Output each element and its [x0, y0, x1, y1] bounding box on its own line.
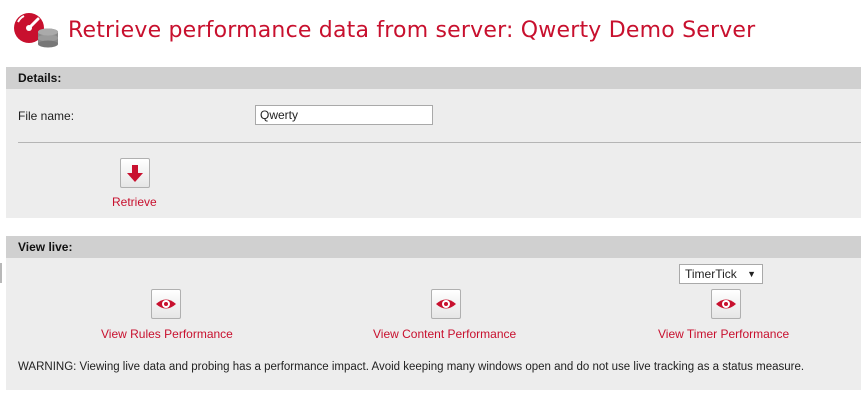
view-live-heading: View live: [6, 236, 861, 258]
view-rules-button[interactable] [151, 289, 181, 319]
performance-warning: WARNING: Viewing live data and probing h… [18, 361, 805, 373]
view-timer-link[interactable]: View Timer Performance [658, 327, 789, 341]
chevron-down-icon: ▼ [747, 269, 756, 279]
download-arrow-icon [127, 165, 143, 182]
page-header: Retrieve performance data from server: Q… [12, 10, 755, 50]
eye-icon [156, 299, 176, 309]
timer-select-value: TimerTick [685, 267, 737, 281]
view-content-link[interactable]: View Content Performance [373, 327, 516, 341]
view-timer-button[interactable] [711, 289, 741, 319]
view-rules-link[interactable]: View Rules Performance [101, 327, 233, 341]
timer-select[interactable]: TimerTick ▼ [679, 264, 763, 284]
page-title: Retrieve performance data from server: Q… [68, 17, 756, 43]
view-live-panel: View live: TimerTick ▼ View Rules Perfor… [6, 236, 861, 390]
retrieve-button[interactable] [120, 158, 150, 188]
scroll-edge-marker [0, 263, 2, 283]
view-content-button[interactable] [431, 289, 461, 319]
details-heading: Details: [6, 67, 861, 89]
eye-icon [436, 299, 456, 309]
file-name-label: File name: [18, 109, 75, 123]
eye-icon [716, 299, 736, 309]
retrieve-link[interactable]: Retrieve [112, 195, 157, 209]
speedometer-database-icon [12, 10, 62, 50]
file-name-input[interactable] [255, 105, 433, 125]
details-panel: Details: File name: Retrieve [6, 67, 861, 218]
divider [18, 142, 861, 143]
